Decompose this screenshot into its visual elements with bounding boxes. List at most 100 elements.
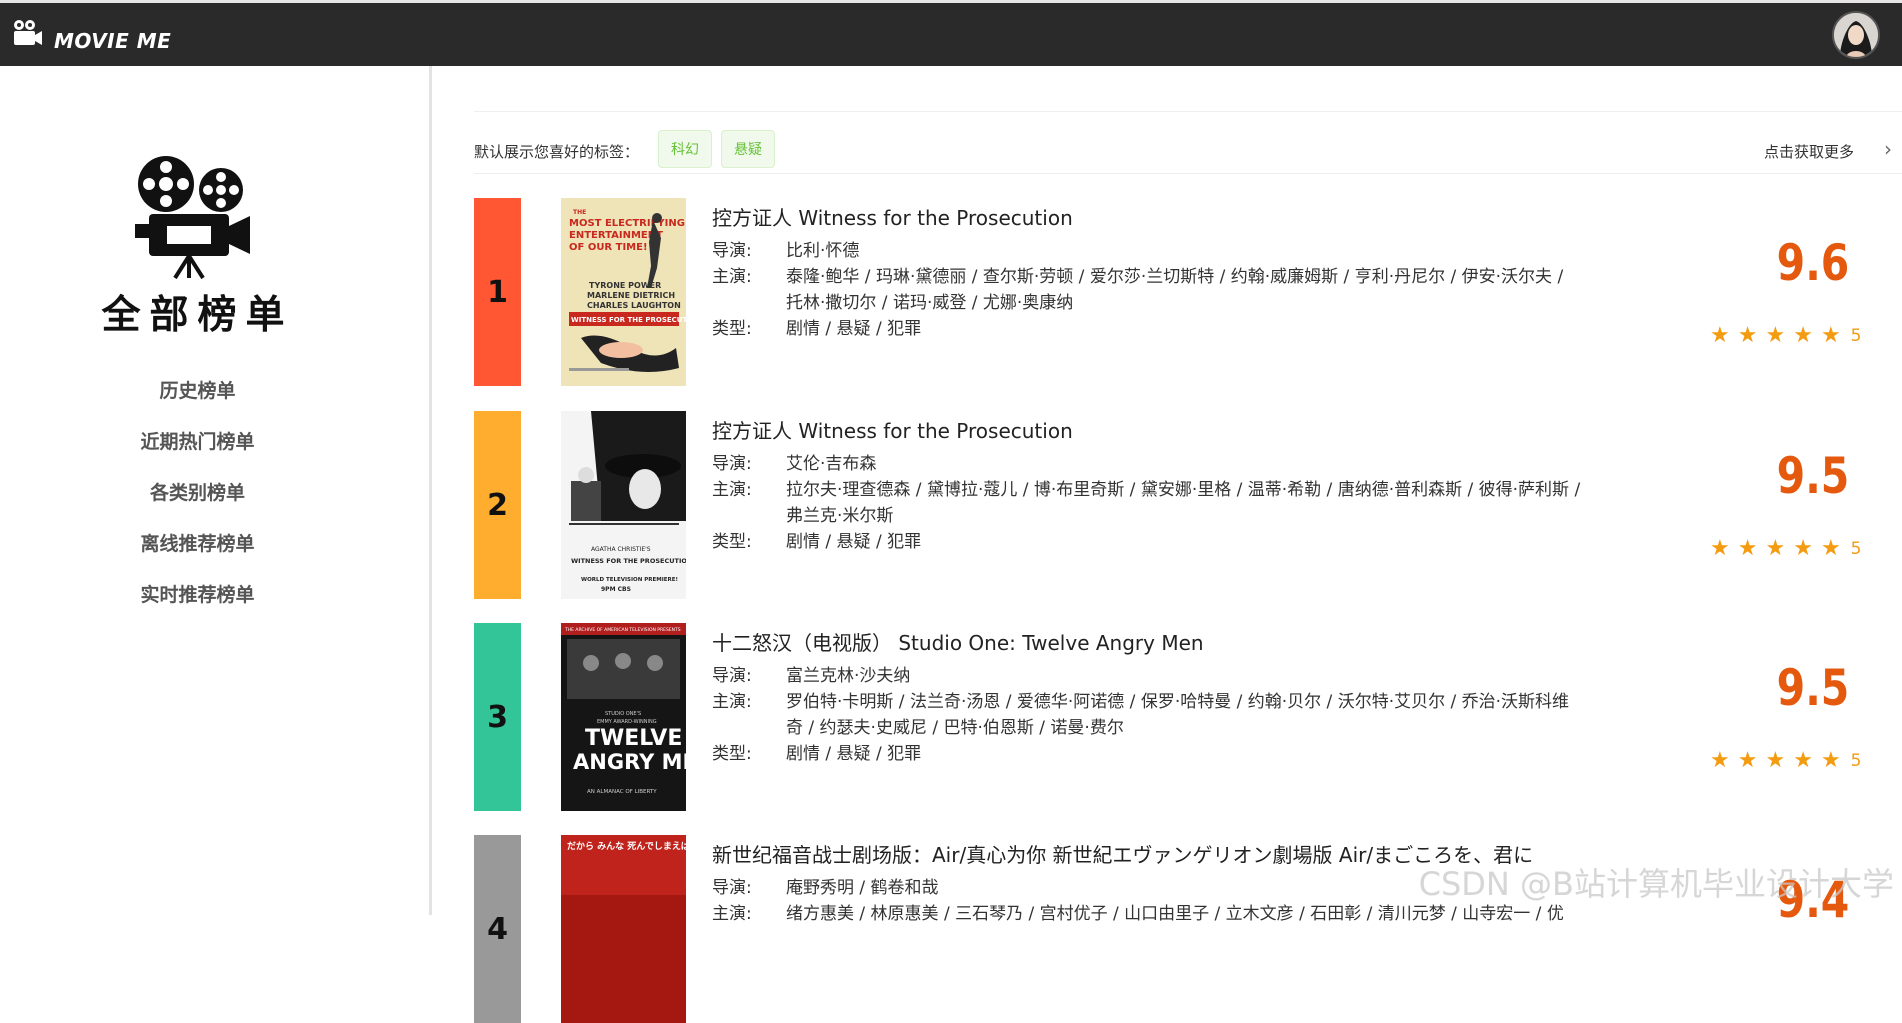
star-icon: ★ [1737,536,1758,561]
movie-poster[interactable]: だから みんな 死んでしまえば いいのに… [561,835,686,1023]
star-rating: ★ ★ ★ ★ ★ 5 [1710,325,1862,347]
star-icon: ★ [1710,748,1730,773]
svg-text:AN ALMANAC OF LIBERTY: AN ALMANAC OF LIBERTY [587,789,657,795]
movie-title[interactable]: 新世纪福音战士剧场版：Air/真心为你 新世紀エヴァンゲリオン劇場版 Air/ま… [712,839,1533,868]
star-icon: ★ [1765,323,1786,348]
top-navbar: MOVIE ME [0,0,1902,66]
star-icon: ★ [1793,536,1813,561]
rating-score: 9.5 [1776,659,1850,717]
rank-badge: 4 [474,835,521,1023]
genre-label: 类型: [712,532,752,552]
svg-text:THE: THE [573,209,586,216]
svg-text:WORLD TELEVISION PREMIERE!: WORLD TELEVISION PREMIERE! [581,577,678,583]
director-value: 比利·怀德 [786,241,860,261]
cast-value: 泰隆·鲍华 / 玛琳·黛德丽 / 查尔斯·劳顿 / 爱尔莎·兰切斯特 / 约翰·… [786,267,1564,287]
director-label: 导演: [712,241,752,261]
movie-poster[interactable]: THE MOST ELECTRIFYING ENTERTAINMENT OF O… [561,198,686,386]
svg-text:EMMY AWARD-WINNING: EMMY AWARD-WINNING [597,719,657,725]
genre-value: 剧情 / 悬疑 / 犯罪 [786,319,922,339]
cast-value: 拉尔夫·理查德森 / 黛博拉·蔻儿 / 博·布里奇斯 / 黛安娜·里格 / 温蒂… [786,480,1581,500]
svg-text:MOST ELECTRIFYING: MOST ELECTRIFYING [569,218,685,229]
svg-text:TYRONE POWER: TYRONE POWER [589,281,661,290]
genre-label: 类型: [712,319,752,339]
svg-text:TWELVE: TWELVE [585,726,682,751]
star-count: 5 [1850,326,1862,346]
tags-hint: 默认展示您喜好的标签： [474,143,640,161]
cast-value-continued: 弗兰克·米尔斯 [786,506,894,526]
cast-label: 主演: [712,480,752,500]
user-avatar[interactable] [1832,11,1880,59]
svg-text:MARLENE DIETRICH: MARLENE DIETRICH [587,291,675,300]
sidebar-menu: 历史榜单 近期热门榜单 各类别榜单 离线推荐榜单 实时推荐榜单 [0,366,395,621]
svg-text:CHARLES LAUGHTON: CHARLES LAUGHTON [587,301,681,310]
rank-badge: 1 [474,198,521,386]
star-icon: ★ [1710,323,1730,348]
star-icon: ★ [1793,323,1813,348]
sidebar-item-realtime[interactable]: 实时推荐榜单 [0,570,395,621]
star-icon: ★ [1765,748,1786,773]
sidebar-item-history[interactable]: 历史榜单 [0,366,395,417]
svg-text:ANGRY MEN: ANGRY MEN [573,750,686,774]
sidebar-item-recent-hot[interactable]: 近期热门榜单 [0,417,395,468]
divider [474,111,1902,112]
divider [474,173,1902,174]
svg-text:WITNESS FOR THE PROSECUTION: WITNESS FOR THE PROSECUTION [571,557,686,565]
director-label: 导演: [712,666,752,686]
movie-title[interactable]: 控方证人 Witness for the Prosecution [712,415,1073,444]
svg-text:AGATHA CHRISTIE'S: AGATHA CHRISTIE'S [591,546,651,553]
svg-text:WITNESS FOR THE PROSECUTION: WITNESS FOR THE PROSECUTION [571,316,686,324]
cast-value-continued: 托林·撒切尔 / 诺玛·威登 / 尤娜·奥康纳 [786,293,1074,313]
star-icon: ★ [1710,536,1730,561]
poster-image: AGATHA CHRISTIE'S WITNESS FOR THE PROSEC… [561,411,686,599]
chevron-right-icon[interactable]: › [1884,137,1892,161]
star-icon: ★ [1820,536,1841,561]
main-content: 默认展示您喜好的标签： 科幻 悬疑 点击获取更多 › 1 THE MOST EL… [436,66,1902,1023]
movie-poster[interactable]: AGATHA CHRISTIE'S WITNESS FOR THE PROSEC… [561,411,686,599]
logo-text: MOVIE ME [54,29,172,53]
star-icon: ★ [1737,748,1758,773]
genre-value: 剧情 / 悬疑 / 犯罪 [786,744,922,764]
rank-badge: 2 [474,411,521,599]
director-value: 艾伦·吉布森 [786,454,877,474]
sidebar-item-offline[interactable]: 离线推荐榜单 [0,519,395,570]
ranking-item: 1 THE MOST ELECTRIFYING ENTERTAINMENT OF… [474,198,1902,386]
director-value: 富兰克林·沙夫纳 [786,666,911,686]
director-label: 导演: [712,878,752,898]
genre-value: 剧情 / 悬疑 / 犯罪 [786,532,922,552]
rank-badge: 3 [474,623,521,811]
movie-title[interactable]: 十二怒汉（电视版） Studio One: Twelve Angry Men [712,627,1204,656]
movie-poster[interactable]: THE ARCHIVE OF AMERICAN TELEVISION PRESE… [561,623,686,811]
star-icon: ★ [1820,323,1841,348]
movie-title[interactable]: 控方证人 Witness for the Prosecution [712,202,1073,231]
cast-label: 主演: [712,904,752,924]
poster-image: だから みんな 死んでしまえば いいのに… [561,835,686,1023]
sidebar-title: 全部榜单 [101,293,294,338]
star-icon: ★ [1793,748,1813,773]
svg-text:ENTERTAINMENT: ENTERTAINMENT [569,230,663,241]
cast-value: 罗伯特·卡明斯 / 法兰奇·汤恩 / 爱德华·阿诺德 / 保罗·哈特曼 / 约翰… [786,692,1570,712]
star-count: 5 [1850,539,1862,559]
ranking-item: 3 THE ARCHIVE OF AMERICAN TELEVISION PRE… [474,623,1902,811]
svg-text:STUDIO ONE'S: STUDIO ONE'S [605,711,641,717]
star-icon: ★ [1765,536,1786,561]
star-rating: ★ ★ ★ ★ ★ 5 [1710,538,1862,560]
tag-suspense[interactable]: 悬疑 [721,130,775,168]
get-more-link[interactable]: 点击获取更多 [1764,141,1854,162]
poster-image: THE MOST ELECTRIFYING ENTERTAINMENT OF O… [561,198,686,386]
svg-text:だから みんな 死んでしまえば いいのに…: だから みんな 死んでしまえば いいのに… [567,840,686,852]
star-count: 5 [1850,751,1862,771]
sidebar-item-category[interactable]: 各类别榜单 [0,468,395,519]
logo[interactable]: MOVIE ME [12,15,171,53]
sidebar: 全部榜单 历史榜单 近期热门榜单 各类别榜单 离线推荐榜单 实时推荐榜单 [0,66,432,915]
director-label: 导演: [712,454,752,474]
star-rating: ★ ★ ★ ★ ★ 5 [1710,750,1862,772]
svg-text:9PM CBS: 9PM CBS [601,586,631,593]
rating-score: 9.6 [1776,234,1850,292]
cast-label: 主演: [712,692,752,712]
preferred-tags-bar: 默认展示您喜好的标签： 科幻 悬疑 点击获取更多 › [474,124,1902,174]
watermark: CSDN @B站计算机毕业设计大学 [1418,865,1894,903]
movie-camera-icon [14,20,42,45]
film-projector-icon [135,154,257,283]
tag-scifi[interactable]: 科幻 [658,130,712,168]
genre-label: 类型: [712,744,752,764]
